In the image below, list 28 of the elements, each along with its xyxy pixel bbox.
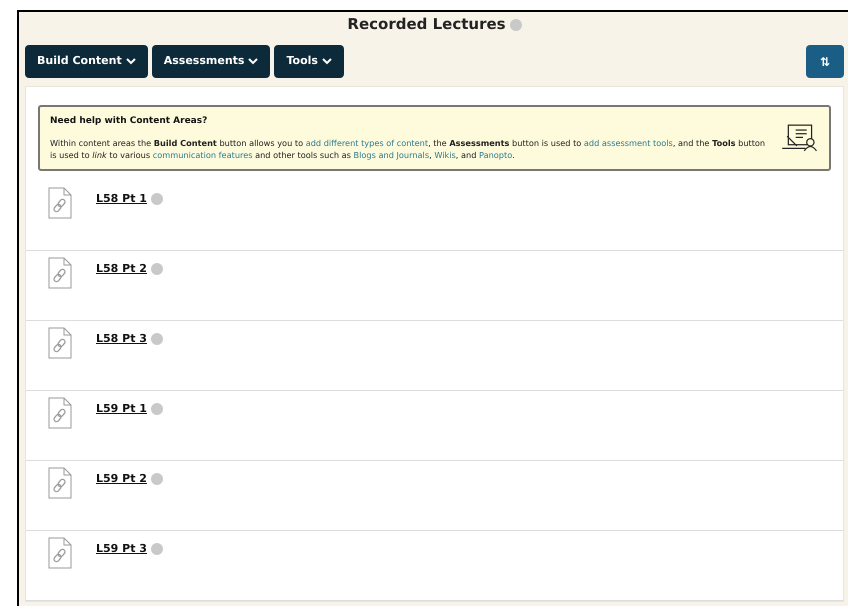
help-link[interactable]: add different types of content	[306, 138, 428, 148]
sort-button[interactable]: ⇅	[806, 45, 844, 78]
help-link[interactable]: Panopto	[479, 150, 512, 160]
link-file-icon	[48, 257, 72, 290]
link-file-icon	[48, 187, 72, 220]
menu-button[interactable]: Build Content	[25, 45, 148, 78]
caret-icon	[248, 58, 258, 65]
item-link[interactable]: L59 Pt 1	[96, 401, 147, 418]
help-link[interactable]: Wikis	[434, 150, 456, 160]
menu-button[interactable]: Assessments	[152, 45, 270, 78]
caret-icon	[126, 58, 136, 65]
item-link[interactable]: L58 Pt 2	[96, 261, 147, 278]
item-link[interactable]: L58 Pt 1	[96, 191, 147, 208]
help-heading: Need help with Content Areas?	[50, 115, 208, 128]
help-link[interactable]: communication features	[152, 150, 252, 160]
link-file-icon	[48, 327, 72, 360]
help-text: Within content areas the Build Content button allows you to add different types of content, the Assessments button is used to add assessment tools, and the Tools button is used to link to various communication features and other tools such as Blogs and Journals, Wikis, and Panopto.	[50, 136, 766, 162]
link-file-icon	[48, 397, 72, 430]
link-file-icon	[48, 537, 72, 570]
caret-icon	[322, 58, 332, 65]
page-title: Recorded Lectures	[347, 14, 506, 36]
item-link[interactable]: L59 Pt 3	[96, 541, 147, 558]
item-link[interactable]: L59 Pt 2	[96, 471, 147, 488]
menu-button[interactable]: Tools	[274, 45, 344, 78]
help-link[interactable]: Blogs and Journals	[354, 150, 430, 160]
link-file-icon	[48, 467, 72, 500]
item-link[interactable]: L58 Pt 3	[96, 331, 147, 348]
help-link[interactable]: add assessment tools	[584, 138, 673, 148]
